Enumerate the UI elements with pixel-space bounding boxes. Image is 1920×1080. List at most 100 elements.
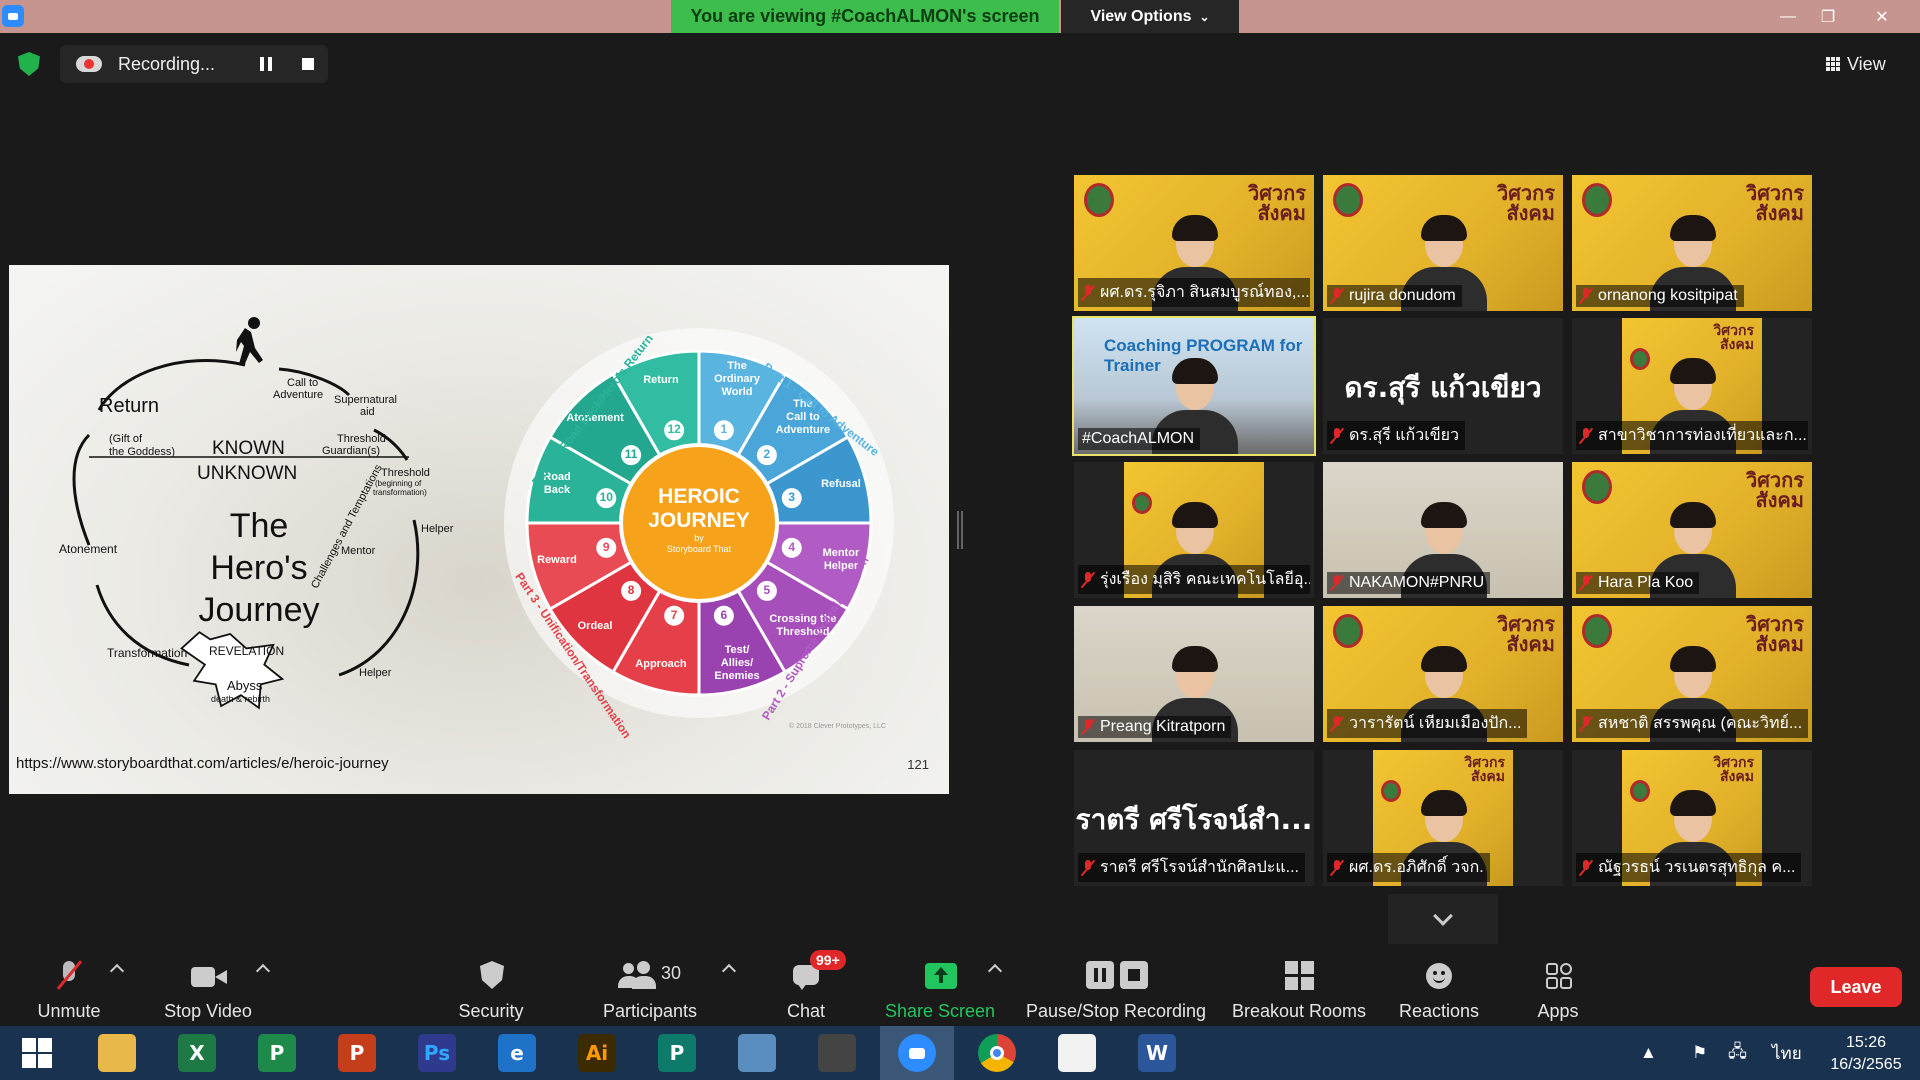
muted-microphone-icon — [1580, 288, 1592, 304]
taskbar-app-glyph: P — [269, 1041, 285, 1065]
participant-tile[interactable]: วิศวกร สังคม ผศ.ดร.รุจิภา สินสมบูรณ์ทอง,… — [1074, 175, 1314, 311]
taskbar-internet-explorer[interactable]: e — [480, 1026, 554, 1080]
publisher-store-icon: P — [258, 1034, 296, 1072]
participant-tile[interactable]: วิศวกร สังคม Hara Pla Koo — [1572, 462, 1812, 598]
cycle-arc-bottom-right — [338, 519, 420, 677]
language-indicator[interactable]: ไทย — [1772, 1026, 1802, 1080]
show-hidden-icons-button[interactable]: ▲ — [1640, 1026, 1657, 1080]
participant-tile[interactable]: ดร.สุรี แก้วเขียว ดร.สุรี แก้วเขียว — [1323, 318, 1563, 454]
muted-microphone-icon — [1082, 284, 1094, 301]
view-layout-button[interactable]: View — [1826, 48, 1908, 80]
zoom-app-icon — [2, 5, 24, 27]
taskbar-powerpoint[interactable]: P — [320, 1026, 394, 1080]
taskbar-file-explorer[interactable] — [80, 1026, 154, 1080]
participant-tile[interactable]: วิศวกร สังคม ณัฐวรธน์ วรเนตรสุทธิกุล ค..… — [1572, 750, 1812, 886]
taskbar-app-glyph: P — [349, 1041, 365, 1065]
security-button[interactable]: Security — [455, 952, 527, 1022]
wheel-center-line-2: JOURNEY — [648, 509, 750, 532]
participant-name-label: NAKAMON#PNRU — [1327, 572, 1491, 594]
label-call-1: Call to — [287, 377, 319, 389]
participant-tile[interactable]: NAKAMON#PNRU — [1323, 462, 1563, 598]
participant-name-label: Hara Pla Koo — [1576, 572, 1700, 594]
stop-video-button[interactable]: Stop Video — [160, 952, 256, 1022]
minimize-button[interactable]: — — [1768, 0, 1808, 33]
participant-tile[interactable]: วิศวกร สังคม rujira donudom — [1323, 175, 1563, 311]
taskbar-word[interactable]: W — [1120, 1026, 1194, 1080]
grid-icon — [1826, 56, 1841, 72]
taskbar-windows-start[interactable] — [0, 1026, 74, 1080]
taskbar-pen-tool[interactable] — [720, 1026, 794, 1080]
participant-display-name: ดร.สุรี แก้วเขียว — [1344, 371, 1542, 404]
label-atonement: Atonement — [59, 542, 118, 556]
gallery-scroll-down-button[interactable] — [1388, 894, 1498, 946]
participant-name: รุ่งเรือง มุสิริ คณะเทคโนโลยีอุ... — [1100, 571, 1310, 588]
participant-tile[interactable]: ราตรี ศรีโรจน์สำ... ราตรี ศรีโรจน์สำนักศ… — [1074, 750, 1314, 886]
label-guardian-1: Threshold — [337, 433, 386, 445]
wheel-segment-number: 6 — [720, 607, 728, 622]
close-button[interactable]: ✕ — [1862, 0, 1902, 33]
wheel-segment-number: 3 — [788, 490, 796, 505]
photos-icon — [1058, 1034, 1096, 1072]
cycle-arc-left — [72, 433, 91, 546]
video-options-caret[interactable] — [255, 963, 271, 979]
poster-brand-text: วิศวกร สังคม — [1464, 755, 1505, 785]
participant-tile[interactable]: วิศวกร สังคม วารารัตน์ เหียมเมืองปัก... — [1323, 606, 1563, 742]
breakout-rooms-button[interactable]: Breakout Rooms — [1230, 952, 1368, 1022]
label-supernatural-2: aid — [360, 406, 375, 418]
taskbar-photoshop[interactable]: Ps — [400, 1026, 474, 1080]
chat-label: Chat — [786, 1001, 826, 1021]
pause-recording-icon[interactable] — [260, 57, 272, 71]
taskbar-publisher[interactable]: P — [640, 1026, 714, 1080]
participant-name: #CoachALMON — [1082, 430, 1195, 447]
stop-recording-icon[interactable] — [302, 58, 314, 70]
participant-name: สาขาวิชาการท่องเที่ยวและก... — [1598, 427, 1807, 444]
participants-button[interactable]: 30 Participants — [598, 952, 702, 1022]
participant-tile[interactable]: Preang Kitratporn — [1074, 606, 1314, 742]
reactions-button[interactable]: Reactions — [1398, 952, 1480, 1022]
leave-meeting-button[interactable]: Leave — [1810, 967, 1902, 1007]
participant-tile[interactable]: วิศวกร สังคม ผศ.ดร.อภิศักดิ์ วจก. — [1323, 750, 1563, 886]
meeting-toolbar: Unmute Stop Video Security 30 Participan… — [0, 944, 1920, 1026]
participants-options-caret[interactable] — [721, 963, 737, 979]
excel-icon: X — [178, 1034, 216, 1072]
taskbar-photos[interactable] — [1040, 1026, 1114, 1080]
participant-tile[interactable]: วิศวกร สังคม สาขาวิชาการท่องเที่ยวและก..… — [1572, 318, 1812, 454]
participant-tile[interactable]: วิศวกร สังคม ornanong kositpipat — [1572, 175, 1812, 311]
wheel-segment-number: 2 — [763, 447, 771, 462]
participant-name: สหชาติ สรรพคุณ (คณะวิทย์... — [1598, 715, 1803, 732]
slide-graphics — [72, 317, 894, 718]
taskbar-zoom[interactable] — [880, 1026, 954, 1080]
pause-stop-recording-button[interactable]: Pause/Stop Recording — [1025, 952, 1207, 1022]
participant-name-label: ornanong kositpipat — [1576, 285, 1744, 307]
unmute-button[interactable]: Unmute — [34, 952, 104, 1022]
encryption-shield-icon[interactable] — [18, 52, 40, 76]
participant-tile[interactable]: วิศวกร สังคม สหชาติ สรรพคุณ (คณะวิทย์... — [1572, 606, 1812, 742]
system-clock[interactable]: 15:26 16/3/2565 — [1820, 1032, 1912, 1076]
hiker-icon — [236, 328, 263, 366]
taskbar-illustrator[interactable]: Ai — [560, 1026, 634, 1080]
participant-name: Hara Pla Koo — [1598, 574, 1694, 591]
taskbar-excel[interactable]: X — [160, 1026, 234, 1080]
participant-name-label: สาขาวิชาการท่องเที่ยวและก... — [1576, 421, 1808, 450]
panel-splitter-handle[interactable] — [957, 511, 963, 549]
participant-tile[interactable]: Coaching PROGRAM for Trainer #CoachALMON — [1072, 316, 1316, 456]
taskbar-photoscape[interactable] — [800, 1026, 874, 1080]
taskbar-app-glyph: X — [189, 1041, 205, 1065]
label-guardian-2: Guardian(s) — [322, 445, 381, 457]
windows-start-icon — [18, 1034, 56, 1072]
taskbar-chrome[interactable] — [960, 1026, 1034, 1080]
wheel-segment-label: Approach — [635, 657, 687, 670]
restore-button[interactable]: ❐ — [1808, 0, 1848, 33]
audio-options-caret[interactable] — [109, 963, 125, 979]
wheel-center-line-4: Storyboard That — [666, 544, 732, 554]
label-threshold: Threshold — [381, 467, 430, 479]
participant-tile[interactable]: รุ่งเรือง มุสิริ คณะเทคโนโลยีอุ... — [1074, 462, 1314, 598]
label-threshold-sub-2: transformation) — [373, 488, 427, 497]
taskbar-publisher-store[interactable]: P — [240, 1026, 314, 1080]
action-center-flag-icon[interactable]: ⚑ — [1692, 1026, 1707, 1080]
apps-button[interactable]: Apps — [1528, 952, 1588, 1022]
share-screen-button[interactable]: Share Screen — [882, 952, 998, 1022]
view-options-button[interactable]: View Options ⌄ — [1061, 0, 1239, 33]
network-icon[interactable]: 🖧 — [1728, 1026, 1747, 1080]
chrome-icon — [978, 1034, 1016, 1072]
